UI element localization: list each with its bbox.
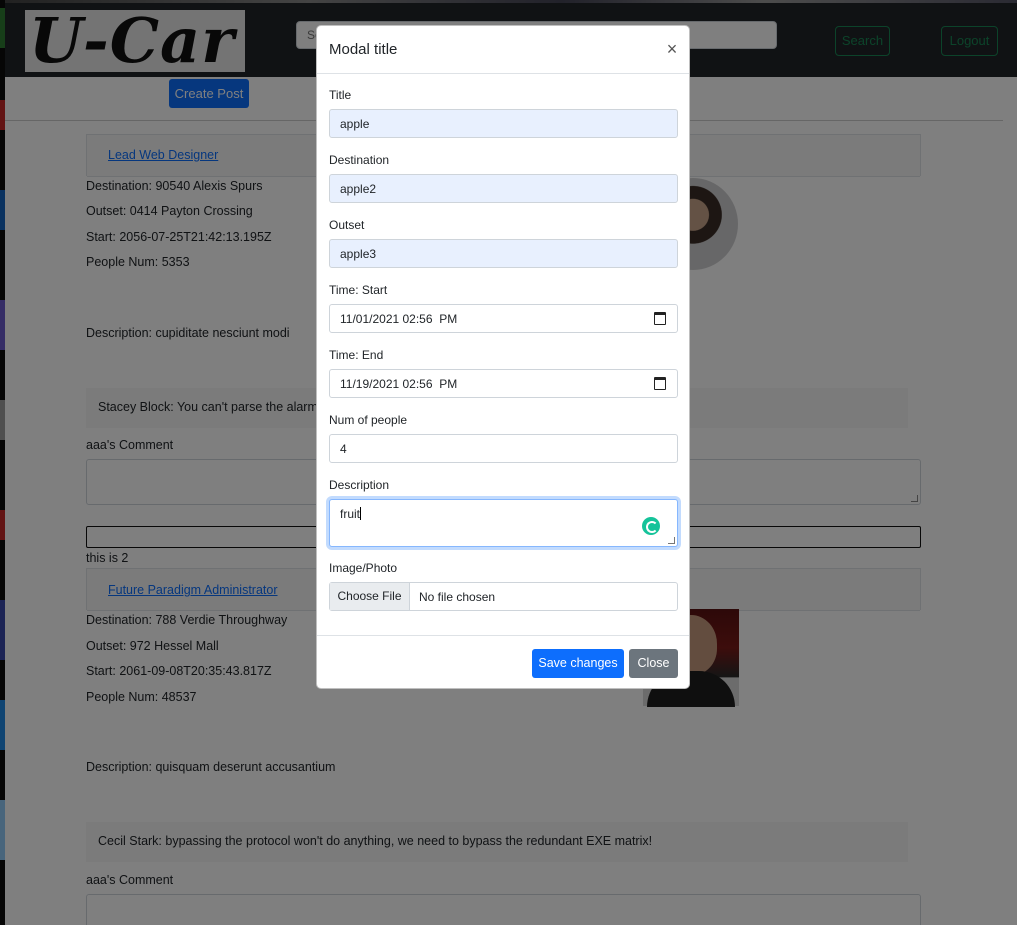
outset-label: Outset [329,218,365,232]
resize-grip-icon[interactable] [668,537,675,544]
time-end-label: Time: End [329,348,384,362]
modal-title: Modal title [329,41,398,58]
description-label: Description [329,478,390,492]
close-icon[interactable]: × [663,40,681,58]
text-caret [360,507,362,520]
modal-header: Modal title × [317,26,689,74]
destination-input[interactable]: apple2 [329,174,678,203]
time-start-label: Time: Start [329,283,388,297]
time-start-value: 11/01/2021 02:56 PM [340,312,458,326]
num-people-label: Num of people [329,413,408,427]
edit-post-modal: Modal title × Title apple Destination ap… [316,25,690,689]
time-start-input[interactable]: 11/01/2021 02:56 PM [329,304,678,333]
description-textarea[interactable]: fruit [329,499,678,547]
save-changes-button[interactable]: Save changes [532,649,624,678]
close-button[interactable]: Close [629,649,678,678]
modal-footer: Save changes Close [317,635,689,690]
grammarly-icon[interactable] [642,517,660,535]
file-status: No file chosen [419,590,496,604]
num-people-input[interactable]: 4 [329,434,678,463]
choose-file-button[interactable]: Choose File [330,583,410,610]
time-end-value: 11/19/2021 02:56 PM [340,377,458,391]
description-value: fruit [340,507,361,521]
time-end-input[interactable]: 11/19/2021 02:56 PM [329,369,678,398]
image-file-input[interactable]: Choose File No file chosen [329,582,678,611]
image-label: Image/Photo [329,561,398,575]
title-input[interactable]: apple [329,109,678,138]
calendar-icon[interactable] [654,312,666,325]
destination-label: Destination [329,153,390,167]
outset-input[interactable]: apple3 [329,239,678,268]
calendar-icon[interactable] [654,377,666,390]
title-label: Title [329,88,352,102]
